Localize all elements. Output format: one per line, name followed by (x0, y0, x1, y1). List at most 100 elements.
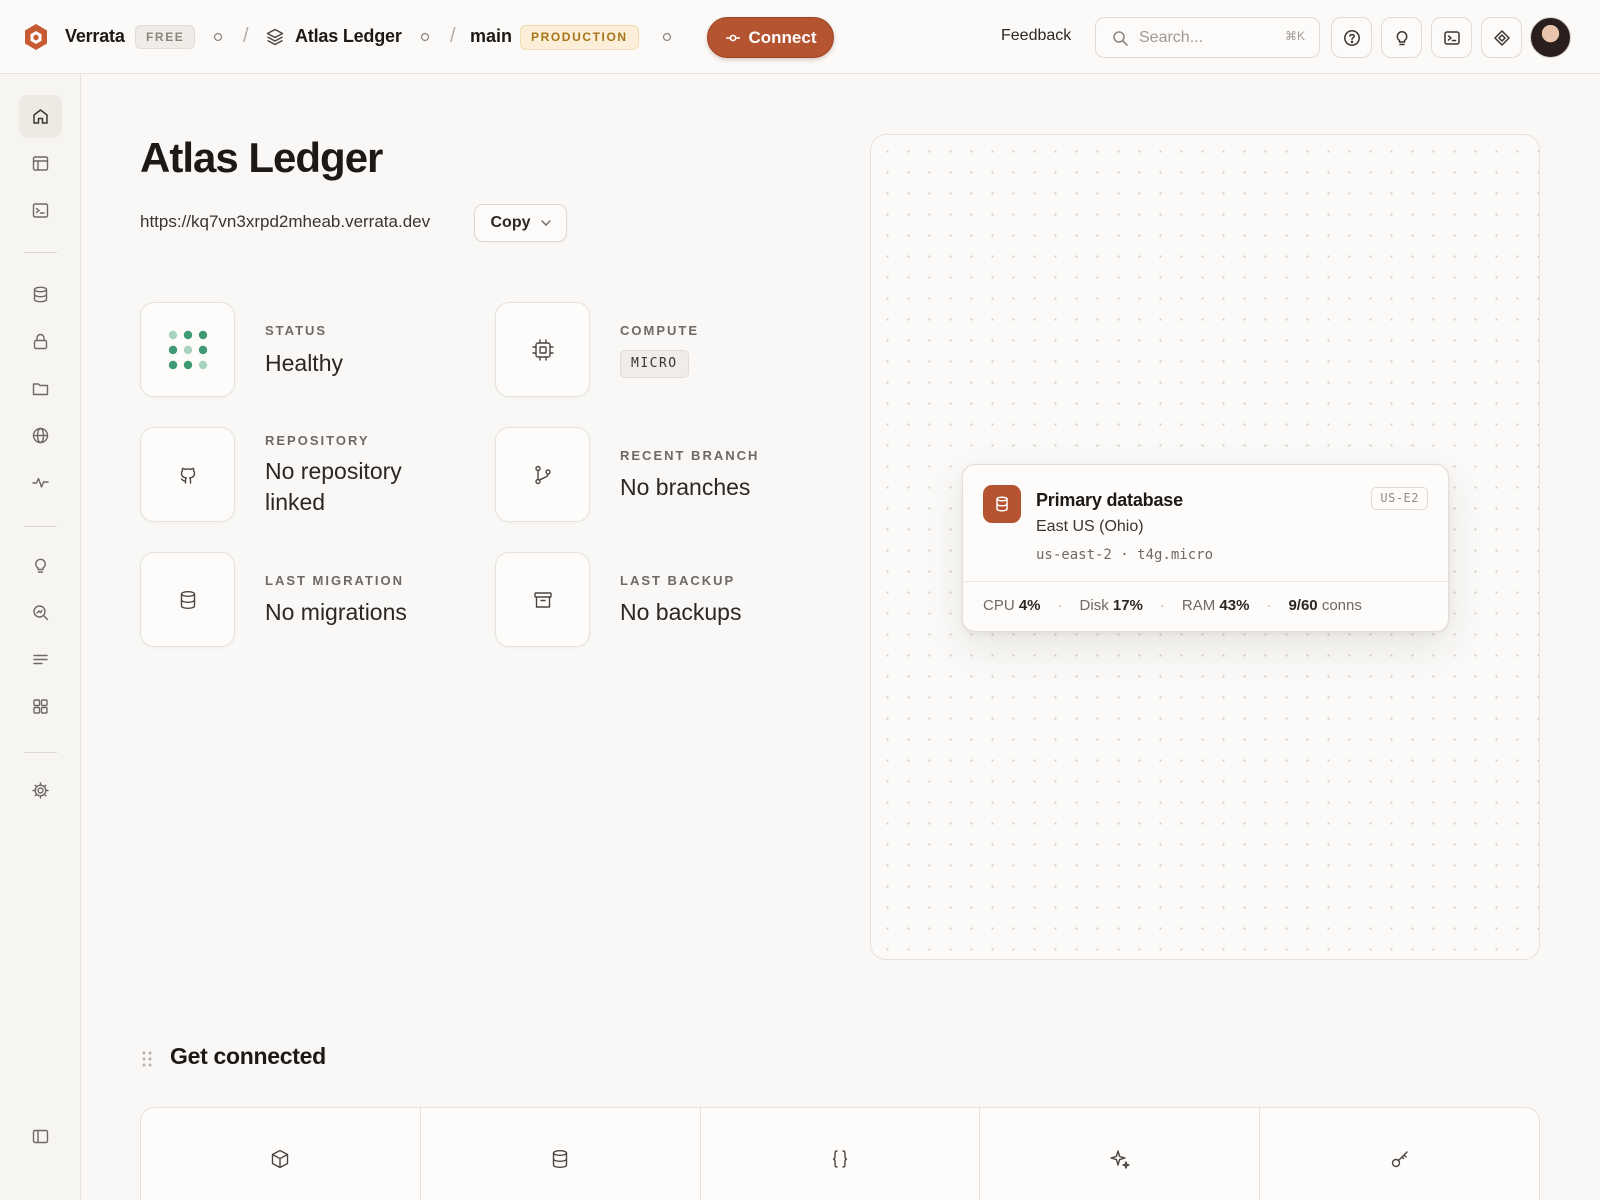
sidebar-item-advisors[interactable] (19, 544, 62, 587)
top-bar: Verrata FREE / Atlas Ledger / main PRODU… (0, 0, 1600, 74)
sidebar-item-settings[interactable] (19, 769, 62, 812)
sidebar-item-logs[interactable] (19, 638, 62, 681)
help-circle-icon (1343, 29, 1361, 47)
branch-switcher-chevron-icon[interactable] (661, 31, 673, 43)
database-meta: us-east-2 · t4g.micro (1036, 547, 1214, 563)
region-badge: US-E2 (1371, 487, 1428, 510)
last-backup-label: LAST BACKUP (620, 573, 736, 588)
project-switcher-chevron-icon[interactable] (419, 31, 431, 43)
status-dots-icon (167, 329, 209, 371)
database-icon (983, 485, 1021, 523)
last-backup-value: No backups (620, 599, 742, 625)
sparkles-icon (1109, 1148, 1131, 1170)
sidebar-divider (24, 752, 57, 753)
help-button[interactable] (1331, 17, 1372, 58)
sidebar-item-observability[interactable] (19, 591, 62, 634)
home-icon (31, 107, 50, 126)
option-card[interactable] (980, 1108, 1261, 1200)
verrata-logo-icon[interactable] (22, 22, 50, 52)
tips-button[interactable] (1381, 17, 1422, 58)
option-card[interactable] (701, 1108, 981, 1200)
database-title: Primary database (1036, 490, 1183, 510)
last-migration-label: LAST MIGRATION (265, 573, 404, 588)
copy-label: Copy (490, 214, 531, 231)
database-icon (177, 589, 199, 611)
breadcrumb-project[interactable]: Atlas Ledger (295, 26, 402, 47)
connect-label: Connect (748, 27, 817, 47)
key-icon (1389, 1148, 1411, 1170)
grid-icon (31, 697, 50, 716)
database-icon (549, 1148, 571, 1170)
drag-handle-icon[interactable] (140, 1050, 154, 1068)
list-icon (31, 650, 50, 669)
status-label: STATUS (265, 323, 328, 338)
git-branch-icon (532, 464, 554, 486)
sidebar (0, 74, 81, 1200)
globe-icon (31, 426, 50, 445)
breadcrumb-separator: / (243, 25, 249, 47)
diamond-icon (1493, 29, 1511, 47)
org-name[interactable]: Verrata (65, 26, 125, 47)
sidebar-item-realtime[interactable] (19, 461, 62, 504)
option-card[interactable] (1260, 1108, 1539, 1200)
status-value: Healthy (265, 350, 343, 376)
get-connected-options (140, 1107, 1540, 1200)
search-shortcut: ⌘K (1284, 29, 1305, 43)
search-placeholder: Search... (1139, 29, 1204, 46)
status-tile[interactable] (140, 302, 235, 397)
cpu-icon (531, 338, 555, 362)
connect-button[interactable]: Connect (707, 17, 834, 58)
card-divider (963, 581, 1448, 582)
breadcrumb-branch[interactable]: main (470, 26, 512, 47)
last-backup-tile[interactable] (495, 552, 590, 647)
sidebar-item-storage[interactable] (19, 367, 62, 410)
repository-tile[interactable] (140, 427, 235, 522)
search-input[interactable]: Search... ⌘K (1095, 17, 1320, 58)
compute-label: COMPUTE (620, 323, 699, 338)
option-card[interactable] (141, 1108, 421, 1200)
terminal-icon (1443, 29, 1461, 47)
github-icon (177, 464, 199, 486)
option-card[interactable] (421, 1108, 701, 1200)
primary-database-card[interactable]: Primary database East US (Ohio) us-east-… (962, 464, 1449, 632)
compute-size-badge: MICRO (620, 350, 689, 378)
sidebar-collapse-button[interactable] (19, 1115, 62, 1158)
table-icon (31, 154, 50, 173)
assistant-button[interactable] (1481, 17, 1522, 58)
section-title: Get connected (170, 1043, 326, 1069)
terminal-icon (31, 201, 50, 220)
database-metrics: CPU 4% · Disk 17% · RAM 43% · 9/60 conns (983, 597, 1362, 614)
recent-branch-tile[interactable] (495, 427, 590, 522)
terminal-button[interactable] (1431, 17, 1472, 58)
sidebar-item-home[interactable] (19, 95, 62, 138)
project-url: https://kq7vn3xrpd2mheab.verrata.dev (140, 212, 431, 231)
lightbulb-icon (1393, 29, 1411, 47)
cpu-metric: CPU 4% (983, 597, 1041, 614)
recent-branch-value: No branches (620, 474, 751, 500)
sidebar-item-integrations[interactable] (19, 685, 62, 728)
compute-tile[interactable] (495, 302, 590, 397)
sidebar-item-database[interactable] (19, 273, 62, 316)
repository-label: REPOSITORY (265, 433, 370, 448)
sidebar-item-sql-editor[interactable] (19, 189, 62, 232)
feedback-link[interactable]: Feedback (1001, 27, 1071, 45)
org-switcher-chevron-icon[interactable] (212, 31, 224, 43)
sidebar-item-table-editor[interactable] (19, 142, 62, 185)
last-migration-tile[interactable] (140, 552, 235, 647)
sidebar-toggle-icon (31, 1127, 50, 1146)
copy-url-button[interactable]: Copy (474, 204, 567, 242)
environment-badge: PRODUCTION (520, 25, 639, 50)
repository-value: No repository linked (265, 458, 402, 515)
folder-icon (31, 379, 50, 398)
archive-icon (532, 589, 554, 611)
lightbulb-icon (31, 556, 50, 575)
sidebar-item-edge[interactable] (19, 414, 62, 457)
page-title: Atlas Ledger (140, 134, 383, 181)
plug-icon (725, 32, 741, 44)
avatar[interactable] (1530, 17, 1571, 58)
chevron-down-icon (540, 220, 551, 226)
sidebar-item-auth[interactable] (19, 320, 62, 363)
database-region: East US (Ohio) (1036, 518, 1144, 535)
gear-icon (31, 781, 50, 800)
search-icon (1112, 30, 1129, 47)
